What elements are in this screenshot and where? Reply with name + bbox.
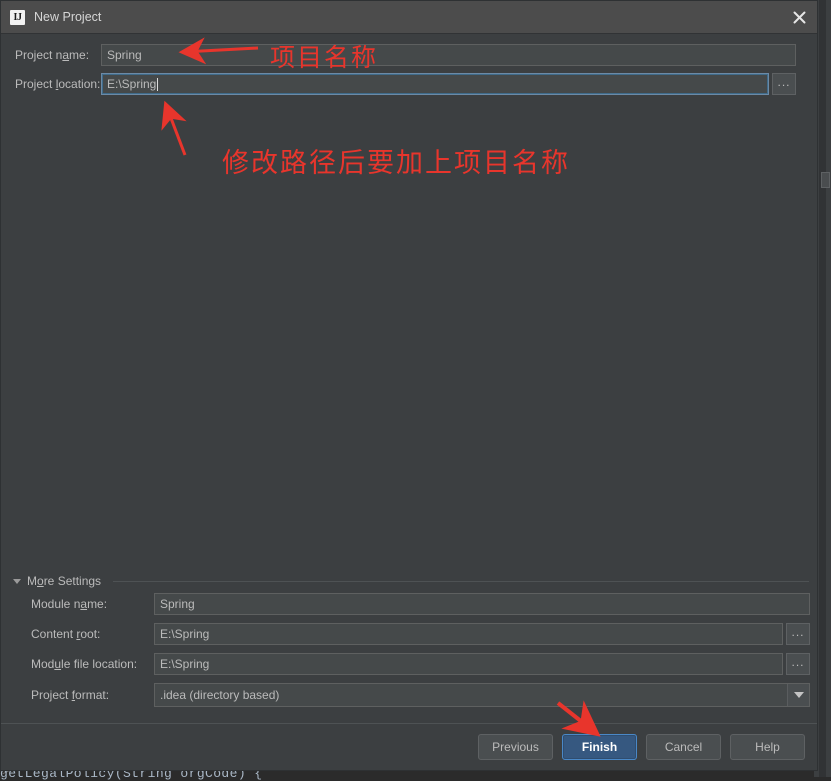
module-name-value: Spring: [160, 597, 195, 611]
module-file-location-value: E:\Spring: [160, 657, 210, 671]
dialog-footer: Previous Finish Cancel Help: [1, 723, 817, 770]
dialog-titlebar: IJ New Project: [1, 1, 817, 34]
project-name-row: Project name: Spring: [1, 44, 817, 66]
editor-scrollbar-thumb[interactable]: [821, 172, 830, 188]
project-location-browse-button[interactable]: ...: [772, 73, 796, 95]
content-root-browse-button[interactable]: ...: [786, 623, 810, 645]
chevron-down-icon[interactable]: [787, 684, 809, 706]
module-file-location-browse-button[interactable]: ...: [786, 653, 810, 675]
project-format-value: .idea (directory based): [160, 688, 280, 702]
module-file-location-input[interactable]: E:\Spring: [154, 653, 783, 675]
module-name-label: Module name:: [31, 597, 108, 611]
project-form-top: Project name: Spring Project location: E…: [1, 34, 817, 564]
content-root-input[interactable]: E:\Spring: [154, 623, 783, 645]
new-project-dialog: IJ New Project Project name: Spring Proj…: [0, 0, 818, 771]
content-root-row: Content root: E:\Spring ...: [1, 623, 817, 645]
dialog-title: New Project: [34, 10, 102, 24]
project-name-value: Spring: [107, 48, 142, 62]
close-icon[interactable]: [786, 4, 813, 31]
module-file-location-label: Module file location:: [31, 657, 138, 671]
more-settings-label: More Settings: [27, 574, 102, 588]
cancel-button[interactable]: Cancel: [646, 734, 721, 760]
module-name-row: Module name: Spring: [1, 593, 817, 615]
project-location-value: E:\Spring: [107, 77, 157, 91]
content-root-value: E:\Spring: [160, 627, 210, 641]
project-format-row: Project format: .idea (directory based): [1, 683, 817, 707]
help-button[interactable]: Help: [730, 734, 805, 760]
more-settings-separator: [113, 581, 809, 582]
more-settings-body: Module name: Spring Content root: E:\Spr…: [1, 593, 817, 713]
project-format-label: Project format:: [31, 688, 110, 702]
project-format-dropdown[interactable]: .idea (directory based): [154, 683, 810, 707]
editor-scrollbar-track[interactable]: [819, 0, 826, 777]
triangle-down-icon: [13, 578, 21, 584]
content-root-label: Content root:: [31, 627, 101, 641]
project-location-row: Project location: E:\Spring ...: [1, 73, 817, 95]
project-location-input[interactable]: E:\Spring: [101, 73, 769, 95]
project-location-label: Project location:: [15, 77, 101, 91]
previous-button[interactable]: Previous: [478, 734, 553, 760]
finish-button[interactable]: Finish: [562, 734, 637, 760]
module-file-location-row: Module file location: E:\Spring ...: [1, 653, 817, 675]
module-name-input[interactable]: Spring: [154, 593, 810, 615]
project-name-input[interactable]: Spring: [101, 44, 796, 66]
project-name-label: Project name:: [15, 48, 90, 62]
intellij-idea-logo-icon: IJ: [10, 9, 25, 25]
text-caret: [157, 77, 159, 91]
more-settings-toggle[interactable]: More Settings: [13, 574, 101, 588]
